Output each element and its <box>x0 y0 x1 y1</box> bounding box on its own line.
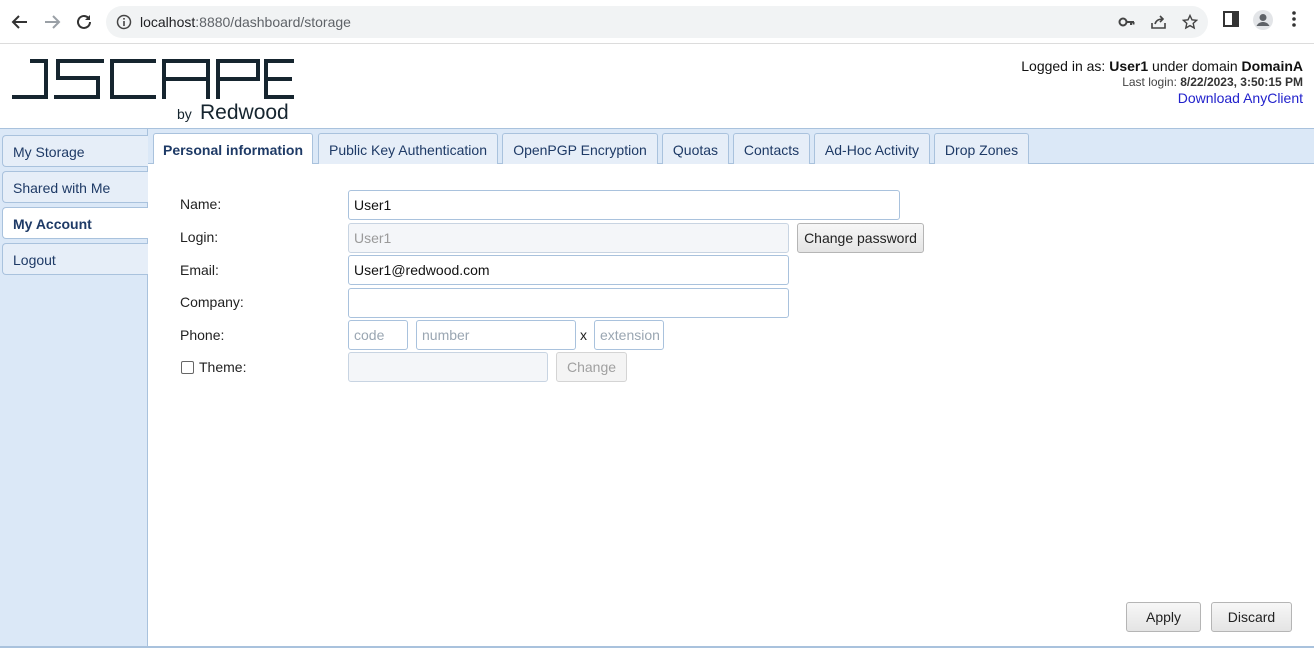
jscape-logo: by Redwood <box>12 57 294 126</box>
download-anyclient-link[interactable]: Download AnyClient <box>1178 90 1303 106</box>
share-icon[interactable] <box>1150 14 1168 33</box>
tab-drop-zones[interactable]: Drop Zones <box>934 133 1029 165</box>
theme-checkbox[interactable] <box>181 361 194 374</box>
menu-kebab-icon[interactable] <box>1288 10 1300 31</box>
sidebar-item-my-storage[interactable]: My Storage <box>2 135 148 167</box>
reload-icon[interactable] <box>72 10 96 34</box>
phone-x-separator: x <box>580 327 587 343</box>
theme-input <box>348 352 548 382</box>
theme-change-button: Change <box>556 352 627 382</box>
company-label: Company: <box>180 294 244 310</box>
username: User1 <box>1109 58 1149 74</box>
apply-button[interactable]: Apply <box>1126 602 1201 632</box>
side-panel-icon[interactable] <box>1222 10 1240 31</box>
sidebar-item-shared-with-me[interactable]: Shared with Me <box>2 171 148 203</box>
browser-toolbar: localhost:8880/dashboard/storage <box>0 0 1314 44</box>
phone-label: Phone: <box>180 327 225 343</box>
info-icon[interactable] <box>116 14 132 33</box>
sidebar-item-logout[interactable]: Logout <box>2 243 148 275</box>
last-login: Last login: 8/22/2023, 3:50:15 PM <box>1122 75 1303 89</box>
profile-avatar-icon[interactable] <box>1252 9 1274 34</box>
logo-by-text: by <box>177 106 192 122</box>
sidebar: My Storage Shared with Me My Account Log… <box>0 128 148 648</box>
discard-button[interactable]: Discard <box>1211 602 1292 632</box>
phone-code-input[interactable]: code <box>348 320 408 350</box>
name-label: Name: <box>180 196 222 212</box>
sidebar-item-my-account[interactable]: My Account <box>2 207 148 239</box>
back-arrow-icon[interactable] <box>8 10 32 34</box>
login-input: User1 <box>348 223 789 253</box>
email-input[interactable]: User1@redwood.com <box>348 255 789 285</box>
login-label: Login: <box>180 229 219 245</box>
logo-brand-text: Redwood <box>200 101 289 123</box>
personal-info-panel: Name: User1 Login: User1 Change password… <box>149 164 1314 648</box>
star-icon[interactable] <box>1181 13 1199 33</box>
forward-arrow-icon[interactable] <box>40 10 64 34</box>
url-text: localhost:8880/dashboard/storage <box>140 14 351 30</box>
key-icon[interactable] <box>1118 14 1136 33</box>
account-tabs: Personal information Public Key Authenti… <box>148 128 1314 166</box>
email-label: Email: <box>180 262 219 278</box>
tab-ad-hoc-activity[interactable]: Ad-Hoc Activity <box>814 133 930 165</box>
tab-public-key-authentication[interactable]: Public Key Authentication <box>318 133 498 165</box>
session-info: Logged in as: User1 under domain DomainA… <box>1021 58 1303 106</box>
phone-extension-input[interactable]: extension <box>594 320 664 350</box>
name-input[interactable]: User1 <box>348 190 900 220</box>
logged-in-line: Logged in as: User1 under domain DomainA <box>1021 58 1303 74</box>
domain-name: DomainA <box>1241 58 1303 74</box>
change-password-button[interactable]: Change password <box>797 223 924 253</box>
tab-quotas[interactable]: Quotas <box>662 133 729 165</box>
address-bar[interactable]: localhost:8880/dashboard/storage <box>106 6 1208 38</box>
phone-number-input[interactable]: number <box>416 320 576 350</box>
tab-openpgp-encryption[interactable]: OpenPGP Encryption <box>502 133 658 165</box>
theme-label: Theme: <box>199 359 247 375</box>
tab-contacts[interactable]: Contacts <box>733 133 810 165</box>
company-input[interactable] <box>348 288 789 318</box>
tab-personal-information[interactable]: Personal information <box>153 133 313 166</box>
